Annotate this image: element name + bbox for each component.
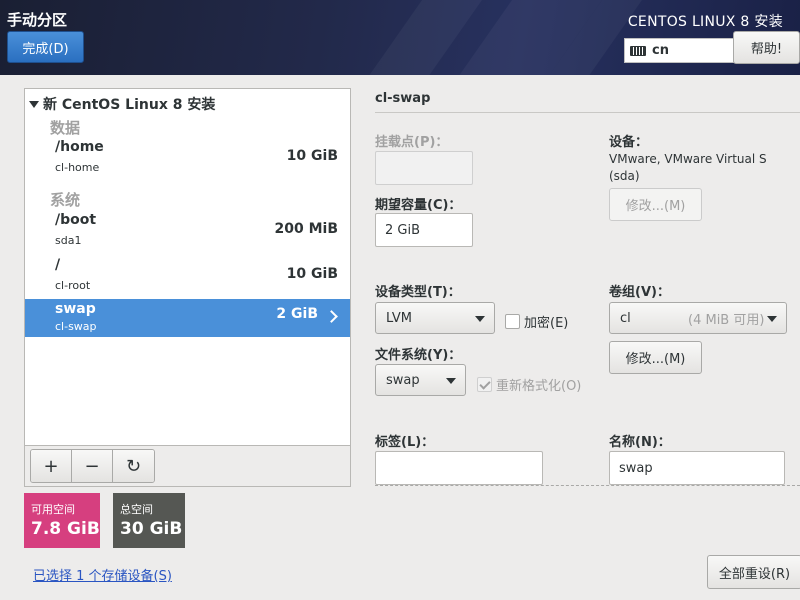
mount-point-name: swap — [55, 301, 96, 317]
chevron-down-icon — [446, 378, 456, 384]
reset-all-button[interactable]: 全部重设(R) — [707, 555, 800, 589]
remove-mount-point-button[interactable]: − — [72, 450, 113, 482]
desired-capacity-label: 期望容量(C)： — [375, 198, 462, 213]
mount-point-row[interactable]: /home cl-home 10 GiB — [25, 139, 350, 181]
filesystem-label: 文件系统(Y)： — [375, 348, 462, 363]
desired-capacity-input[interactable]: 2 GiB — [375, 213, 473, 247]
mount-point-device: sda1 — [55, 234, 82, 247]
mount-point-device: cl-swap — [55, 320, 97, 333]
mount-point-input[interactable] — [375, 151, 473, 185]
mount-point-row-selected[interactable]: swap cl-swap 2 GiB — [25, 299, 350, 337]
volume-group-label: 卷组(V)： — [609, 285, 670, 300]
volume-group-combo[interactable]: cl (4 MiB 可用) — [609, 302, 787, 334]
available-space-label: 可用空间 — [31, 503, 75, 516]
selected-storage-devices-link[interactable]: 已选择 1 个存储设备(S) — [33, 565, 172, 584]
mount-point-name: /home — [55, 139, 104, 155]
mount-point-name: / — [55, 257, 61, 273]
total-space-label: 总空间 — [120, 503, 153, 516]
partition-toolbar: + − ↻ — [25, 445, 350, 486]
volume-group-value: cl — [620, 310, 631, 326]
toolbar-button-group: + − ↻ — [30, 449, 155, 483]
installation-root-label: 新 CentOS Linux 8 安装 — [43, 97, 216, 113]
detail-title: cl-swap — [375, 91, 431, 106]
mount-point-size: 2 GiB — [276, 306, 318, 322]
keyboard-layout-label: cn — [652, 43, 669, 58]
mount-point-size: 10 GiB — [286, 148, 338, 164]
mount-point-size: 200 MiB — [274, 221, 339, 237]
encrypt-checkbox[interactable]: 加密(E) — [505, 312, 568, 331]
keyboard-layout-indicator[interactable]: cn — [624, 38, 734, 63]
filesystem-value: swap — [386, 372, 420, 388]
name-input[interactable]: swap — [609, 451, 785, 485]
device-type-value: LVM — [386, 310, 412, 326]
available-space-value: 7.8 GiB — [31, 519, 100, 539]
mount-point-name: /boot — [55, 212, 97, 228]
expander-down-icon[interactable] — [29, 100, 39, 108]
volume-group-free: (4 MiB 可用) — [688, 312, 765, 328]
page-title: 手动分区 — [7, 11, 68, 29]
total-space-value: 30 GiB — [120, 519, 183, 539]
add-mount-point-button[interactable]: + — [31, 450, 72, 482]
encrypt-label: 加密(E) — [524, 316, 569, 331]
label-input[interactable] — [375, 451, 543, 485]
header-bar: 手动分区 完成(D) CENTOS LINUX 8 安装 cn 帮助! — [0, 0, 800, 75]
help-button[interactable]: 帮助! — [733, 31, 800, 64]
label-field-label: 标签(L)： — [375, 435, 435, 450]
modify-device-button[interactable]: 修改...(M) — [609, 188, 702, 221]
filesystem-combo[interactable]: swap — [375, 364, 466, 396]
mount-point-size: 10 GiB — [286, 266, 338, 282]
mount-point-device: cl-home — [55, 161, 100, 174]
chevron-right-icon — [325, 310, 338, 323]
mount-point-row[interactable]: /boot sda1 200 MiB — [25, 212, 350, 254]
mount-point-device: cl-root — [55, 279, 91, 292]
mount-point-row[interactable]: / cl-root 10 GiB — [25, 257, 350, 299]
installation-root[interactable]: 新 CentOS Linux 8 安装 — [29, 94, 215, 114]
product-title: CENTOS LINUX 8 安装 — [627, 14, 783, 30]
device-type-label: 设备类型(T)： — [375, 285, 461, 300]
name-field-label: 名称(N)： — [609, 435, 671, 450]
group-label-system: 系统 — [50, 191, 81, 209]
detail-divider — [375, 112, 800, 113]
checkbox-box-checked[interactable] — [477, 377, 492, 392]
mount-point-label: 挂载点(P)： — [375, 135, 449, 150]
reformat-checkbox[interactable]: 重新格式化(O) — [477, 375, 581, 394]
total-space-box: 总空间 30 GiB — [113, 493, 185, 548]
device-type-combo[interactable]: LVM — [375, 302, 495, 334]
partition-tree-panel: 新 CentOS Linux 8 安装 数据 /home cl-home 10 … — [24, 88, 351, 487]
device-info: VMware, VMware Virtual S (sda) — [609, 152, 767, 183]
chevron-down-icon — [767, 316, 777, 322]
device-label: 设备： — [609, 135, 649, 150]
done-button[interactable]: 完成(D) — [7, 31, 84, 63]
group-label-data: 数据 — [50, 119, 81, 137]
detail-bottom-divider — [375, 485, 800, 486]
modify-volume-group-button[interactable]: 修改...(M) — [609, 341, 702, 374]
chevron-down-icon — [475, 316, 485, 322]
checkbox-box[interactable] — [505, 314, 520, 329]
reformat-label: 重新格式化(O) — [496, 379, 582, 394]
keyboard-icon — [630, 45, 646, 56]
refresh-button[interactable]: ↻ — [113, 450, 154, 482]
available-space-box: 可用空间 7.8 GiB — [24, 493, 100, 548]
